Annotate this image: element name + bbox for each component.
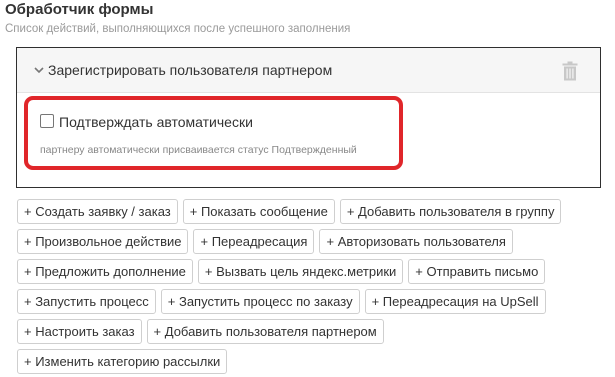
add-show-message-button[interactable]: + Показать сообщение [182, 199, 335, 224]
trash-icon[interactable] [562, 61, 578, 81]
add-upsell-redirect-button[interactable]: + Переадресация на UpSell [364, 289, 546, 314]
add-create-order-button[interactable]: + Создать заявку / заказ [17, 199, 178, 224]
action-panel-title: Зарегистрировать пользователя партнером [48, 62, 333, 78]
add-partner-user-button[interactable]: + Добавить пользователя партнером [146, 319, 384, 344]
chevron-down-icon[interactable] [34, 65, 44, 75]
action-panel-header[interactable]: Зарегистрировать пользователя партнером [17, 48, 600, 93]
action-row: + Запустить процесс + Запустить процесс … [17, 289, 602, 314]
form-handler-section: Обработчик формы Список действий, выполн… [0, 0, 615, 377]
add-redirect-button[interactable]: + Переадресация [193, 229, 315, 254]
change-mailing-category-button[interactable]: + Изменить категорию рассылки [17, 349, 228, 374]
add-custom-action-button[interactable]: + Произвольное действие [17, 229, 189, 254]
add-offer-addon-button[interactable]: + Предложить дополнение [17, 259, 193, 284]
add-configure-order-button[interactable]: + Настроить заказ [17, 319, 142, 344]
section-title: Обработчик формы [5, 1, 154, 18]
add-action-buttons: + Создать заявку / заказ + Показать сооб… [17, 199, 602, 377]
action-row: + Создать заявку / заказ + Показать сооб… [17, 199, 602, 224]
add-start-order-process-button[interactable]: + Запустить процесс по заказу [160, 289, 360, 314]
action-row: + Предложить дополнение + Вызвать цель я… [17, 259, 602, 284]
add-authorize-user-button[interactable]: + Авторизовать пользователя [319, 229, 513, 254]
auto-confirm-hint: партнеру автоматически присваивается ста… [40, 144, 357, 156]
auto-confirm-checkbox[interactable] [40, 114, 54, 128]
add-metrika-goal-button[interactable]: + Вызвать цель яндекс.метрики [197, 259, 404, 284]
action-row: + Произвольное действие + Переадресация … [17, 229, 602, 254]
add-start-process-button[interactable]: + Запустить процесс [17, 289, 156, 314]
section-subtitle: Список действий, выполняющихся после усп… [5, 23, 351, 35]
action-row: + Изменить категорию рассылки [17, 349, 602, 374]
add-user-to-group-button[interactable]: + Добавить пользователя в группу [339, 199, 562, 224]
auto-confirm-label[interactable]: Подтверждать автоматически [59, 114, 253, 131]
action-row: + Настроить заказ + Добавить пользовател… [17, 319, 602, 344]
highlight-frame [24, 96, 403, 170]
add-send-email-button[interactable]: + Отправить письмо [408, 259, 546, 284]
